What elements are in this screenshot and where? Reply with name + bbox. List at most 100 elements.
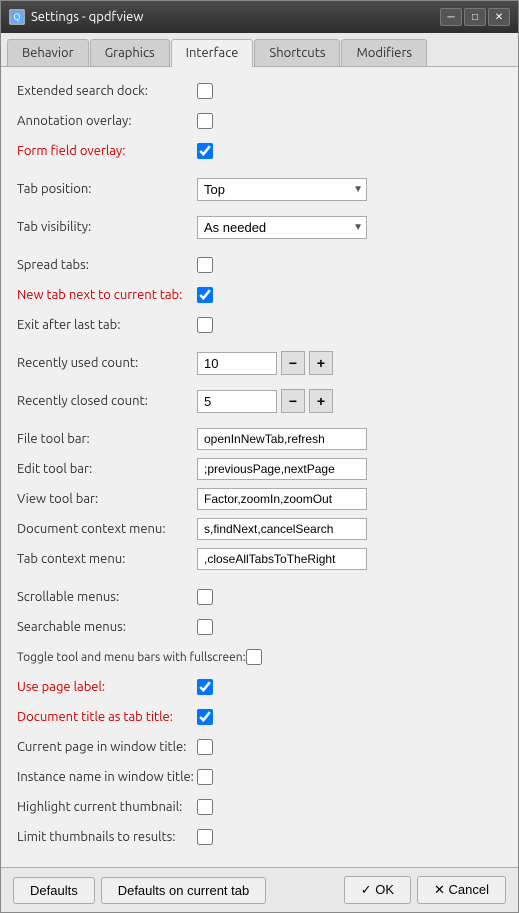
recently-closed-count-label: Recently closed count: (17, 394, 197, 408)
limit-thumbnails-to-results-control (197, 829, 502, 845)
annotation-overlay-checkbox[interactable] (197, 113, 213, 129)
form-field-overlay-label: Form field overlay: (17, 144, 197, 158)
toggle-tool-menu-bars-row: Toggle tool and menu bars with fullscree… (17, 645, 502, 669)
settings-window: Q Settings - qpdfview ─ □ ✕ Behavior Gra… (0, 0, 519, 913)
extended-search-dock-control (197, 83, 502, 99)
annotation-overlay-row: Annotation overlay: (17, 109, 502, 133)
toggle-tool-menu-bars-label: Toggle tool and menu bars with fullscree… (17, 651, 246, 664)
document-context-menu-control (197, 518, 502, 540)
limit-thumbnails-to-results-checkbox[interactable] (197, 829, 213, 845)
cancel-button[interactable]: ✕ Cancel (417, 876, 506, 904)
file-tool-bar-row: File tool bar: (17, 427, 502, 451)
tab-position-label: Tab position: (17, 182, 197, 196)
recently-used-count-row: Recently used count: − + (17, 351, 502, 375)
document-context-menu-label: Document context menu: (17, 522, 197, 536)
extended-search-dock-row: Extended search dock: (17, 79, 502, 103)
restore-button[interactable]: □ (464, 8, 486, 26)
document-title-as-tab-title-checkbox[interactable] (197, 709, 213, 725)
new-tab-label: New tab next to current tab: (17, 288, 197, 302)
tab-shortcuts[interactable]: Shortcuts (254, 39, 340, 66)
exit-after-last-tab-label: Exit after last tab: (17, 318, 197, 332)
document-title-as-tab-title-control (197, 709, 502, 725)
ok-button[interactable]: ✓ OK (344, 876, 411, 904)
form-field-overlay-row: Form field overlay: (17, 139, 502, 163)
document-title-as-tab-title-row: Document title as tab title: (17, 705, 502, 729)
exit-after-last-tab-checkbox[interactable] (197, 317, 213, 333)
spread-tabs-checkbox[interactable] (197, 257, 213, 273)
new-tab-row: New tab next to current tab: (17, 283, 502, 307)
highlight-current-thumbnail-row: Highlight current thumbnail: (17, 795, 502, 819)
tab-interface[interactable]: Interface (171, 39, 254, 67)
file-tool-bar-input[interactable] (197, 428, 367, 450)
spread-tabs-control (197, 257, 502, 273)
tab-visibility-label: Tab visibility: (17, 220, 197, 234)
use-page-label-row: Use page label: (17, 675, 502, 699)
recently-used-count-input[interactable] (197, 352, 277, 375)
spread-tabs-row: Spread tabs: (17, 253, 502, 277)
new-tab-control (197, 287, 502, 303)
recently-used-count-plus-button[interactable]: + (309, 351, 333, 375)
scrollable-menus-checkbox[interactable] (197, 589, 213, 605)
document-title-as-tab-title-label: Document title as tab title: (17, 710, 197, 724)
recently-closed-count-minus-button[interactable]: − (281, 389, 305, 413)
tab-visibility-select[interactable]: Always As needed Never (197, 216, 367, 239)
titlebar-left: Q Settings - qpdfview (9, 9, 143, 25)
current-page-in-window-title-checkbox[interactable] (197, 739, 213, 755)
edit-tool-bar-input[interactable] (197, 458, 367, 480)
tab-context-menu-label: Tab context menu: (17, 552, 197, 566)
new-tab-checkbox[interactable] (197, 287, 213, 303)
content-area: Extended search dock: Annotation overlay… (1, 67, 518, 867)
view-tool-bar-label: View tool bar: (17, 492, 197, 506)
tab-modifiers[interactable]: Modifiers (341, 39, 427, 66)
exit-after-last-tab-control (197, 317, 502, 333)
recently-closed-count-control: − + (197, 389, 502, 413)
edit-tool-bar-control (197, 458, 502, 480)
recently-used-count-minus-button[interactable]: − (281, 351, 305, 375)
edit-tool-bar-row: Edit tool bar: (17, 457, 502, 481)
extended-search-dock-checkbox[interactable] (197, 83, 213, 99)
defaults-button[interactable]: Defaults (13, 877, 95, 904)
recently-used-count-control: − + (197, 351, 502, 375)
toggle-tool-menu-bars-checkbox[interactable] (246, 649, 262, 665)
spread-tabs-label: Spread tabs: (17, 258, 197, 272)
tab-behavior[interactable]: Behavior (7, 39, 89, 66)
instance-name-in-window-title-control (197, 769, 502, 785)
tab-position-control: Top Bottom Left Right ▼ (197, 178, 502, 201)
document-context-menu-row: Document context menu: (17, 517, 502, 541)
file-tool-bar-control (197, 428, 502, 450)
defaults-on-current-tab-button[interactable]: Defaults on current tab (101, 877, 267, 904)
searchable-menus-checkbox[interactable] (197, 619, 213, 635)
highlight-current-thumbnail-label: Highlight current thumbnail: (17, 800, 197, 814)
highlight-current-thumbnail-checkbox[interactable] (197, 799, 213, 815)
recently-closed-count-plus-button[interactable]: + (309, 389, 333, 413)
use-page-label-control (197, 679, 502, 695)
instance-name-in-window-title-checkbox[interactable] (197, 769, 213, 785)
limit-thumbnails-to-results-label: Limit thumbnails to results: (17, 830, 197, 844)
scrollable-menus-row: Scrollable menus: (17, 585, 502, 609)
current-page-in-window-title-label: Current page in window title: (17, 740, 197, 754)
annotation-overlay-label: Annotation overlay: (17, 114, 197, 128)
exit-after-last-tab-row: Exit after last tab: (17, 313, 502, 337)
form-field-overlay-checkbox[interactable] (197, 143, 213, 159)
view-tool-bar-control (197, 488, 502, 510)
use-page-label-checkbox[interactable] (197, 679, 213, 695)
tab-position-row: Tab position: Top Bottom Left Right ▼ (17, 177, 502, 201)
minimize-button[interactable]: ─ (440, 8, 462, 26)
tab-context-menu-control (197, 548, 502, 570)
edit-tool-bar-label: Edit tool bar: (17, 462, 197, 476)
view-tool-bar-input[interactable] (197, 488, 367, 510)
svg-text:Q: Q (14, 12, 21, 22)
searchable-menus-label: Searchable menus: (17, 620, 197, 634)
app-icon: Q (9, 9, 25, 25)
use-page-label-label: Use page label: (17, 680, 197, 694)
highlight-current-thumbnail-control (197, 799, 502, 815)
tab-position-select[interactable]: Top Bottom Left Right (197, 178, 367, 201)
tab-context-menu-row: Tab context menu: (17, 547, 502, 571)
recently-closed-count-input[interactable] (197, 390, 277, 413)
document-context-menu-input[interactable] (197, 518, 367, 540)
tab-context-menu-input[interactable] (197, 548, 367, 570)
window-title: Settings - qpdfview (31, 10, 143, 24)
tab-graphics[interactable]: Graphics (90, 39, 170, 66)
titlebar: Q Settings - qpdfview ─ □ ✕ (1, 1, 518, 33)
close-button[interactable]: ✕ (488, 8, 510, 26)
